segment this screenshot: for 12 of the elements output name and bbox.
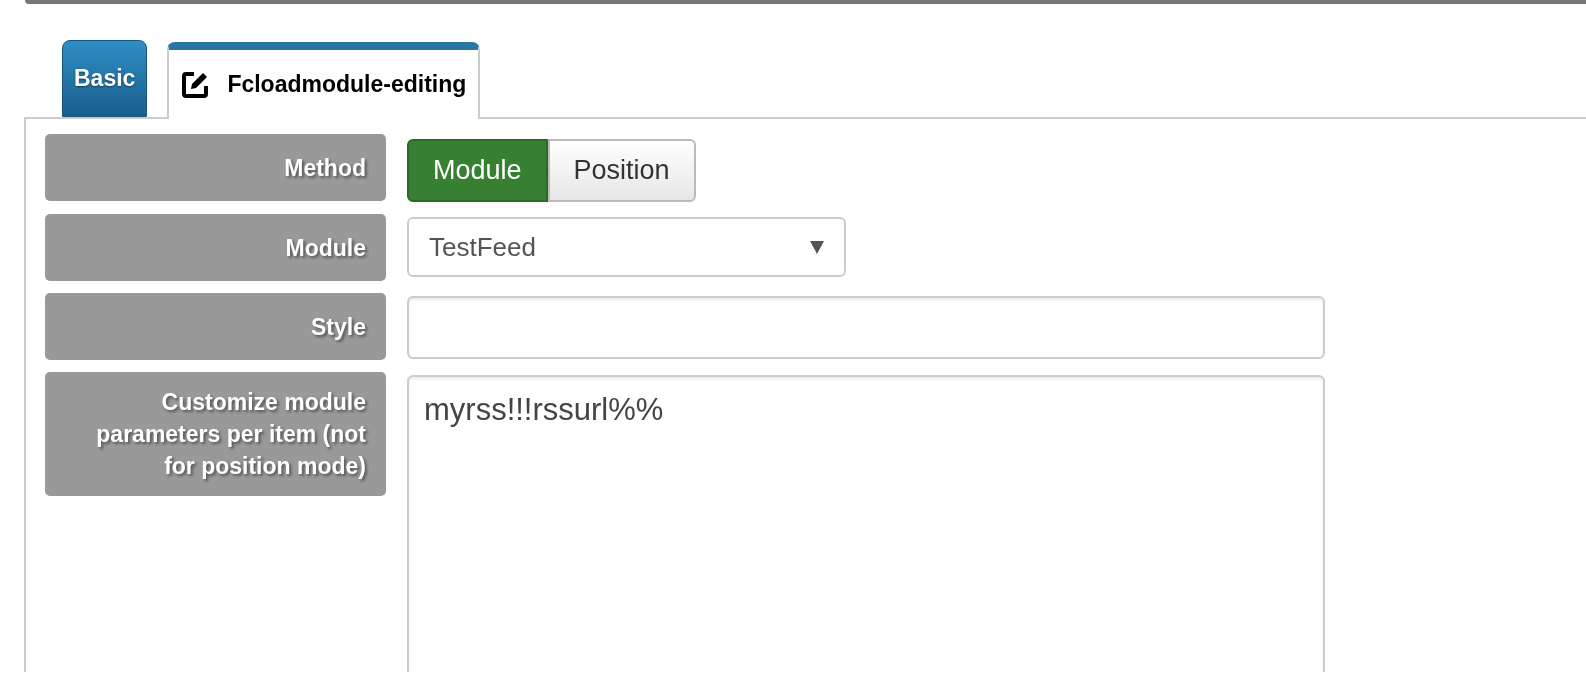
field-label: Customize module parameters per item (not for position mode) [45,372,386,496]
field-label: Style [45,293,386,360]
field-label: Method [45,134,386,201]
field-label: Module [45,214,386,281]
tab[interactable]: Fcloadmodule-editing [167,42,481,119]
caret-icon [810,240,824,254]
style-field[interactable] [407,296,1325,359]
module-select[interactable]: TestFeed [407,217,846,277]
parameters-field[interactable]: myrss!!!rssurl%% [407,375,1325,672]
method-option[interactable]: Module [407,139,548,202]
tab[interactable]: Basic [62,40,148,117]
method-option[interactable]: Position [547,139,696,202]
